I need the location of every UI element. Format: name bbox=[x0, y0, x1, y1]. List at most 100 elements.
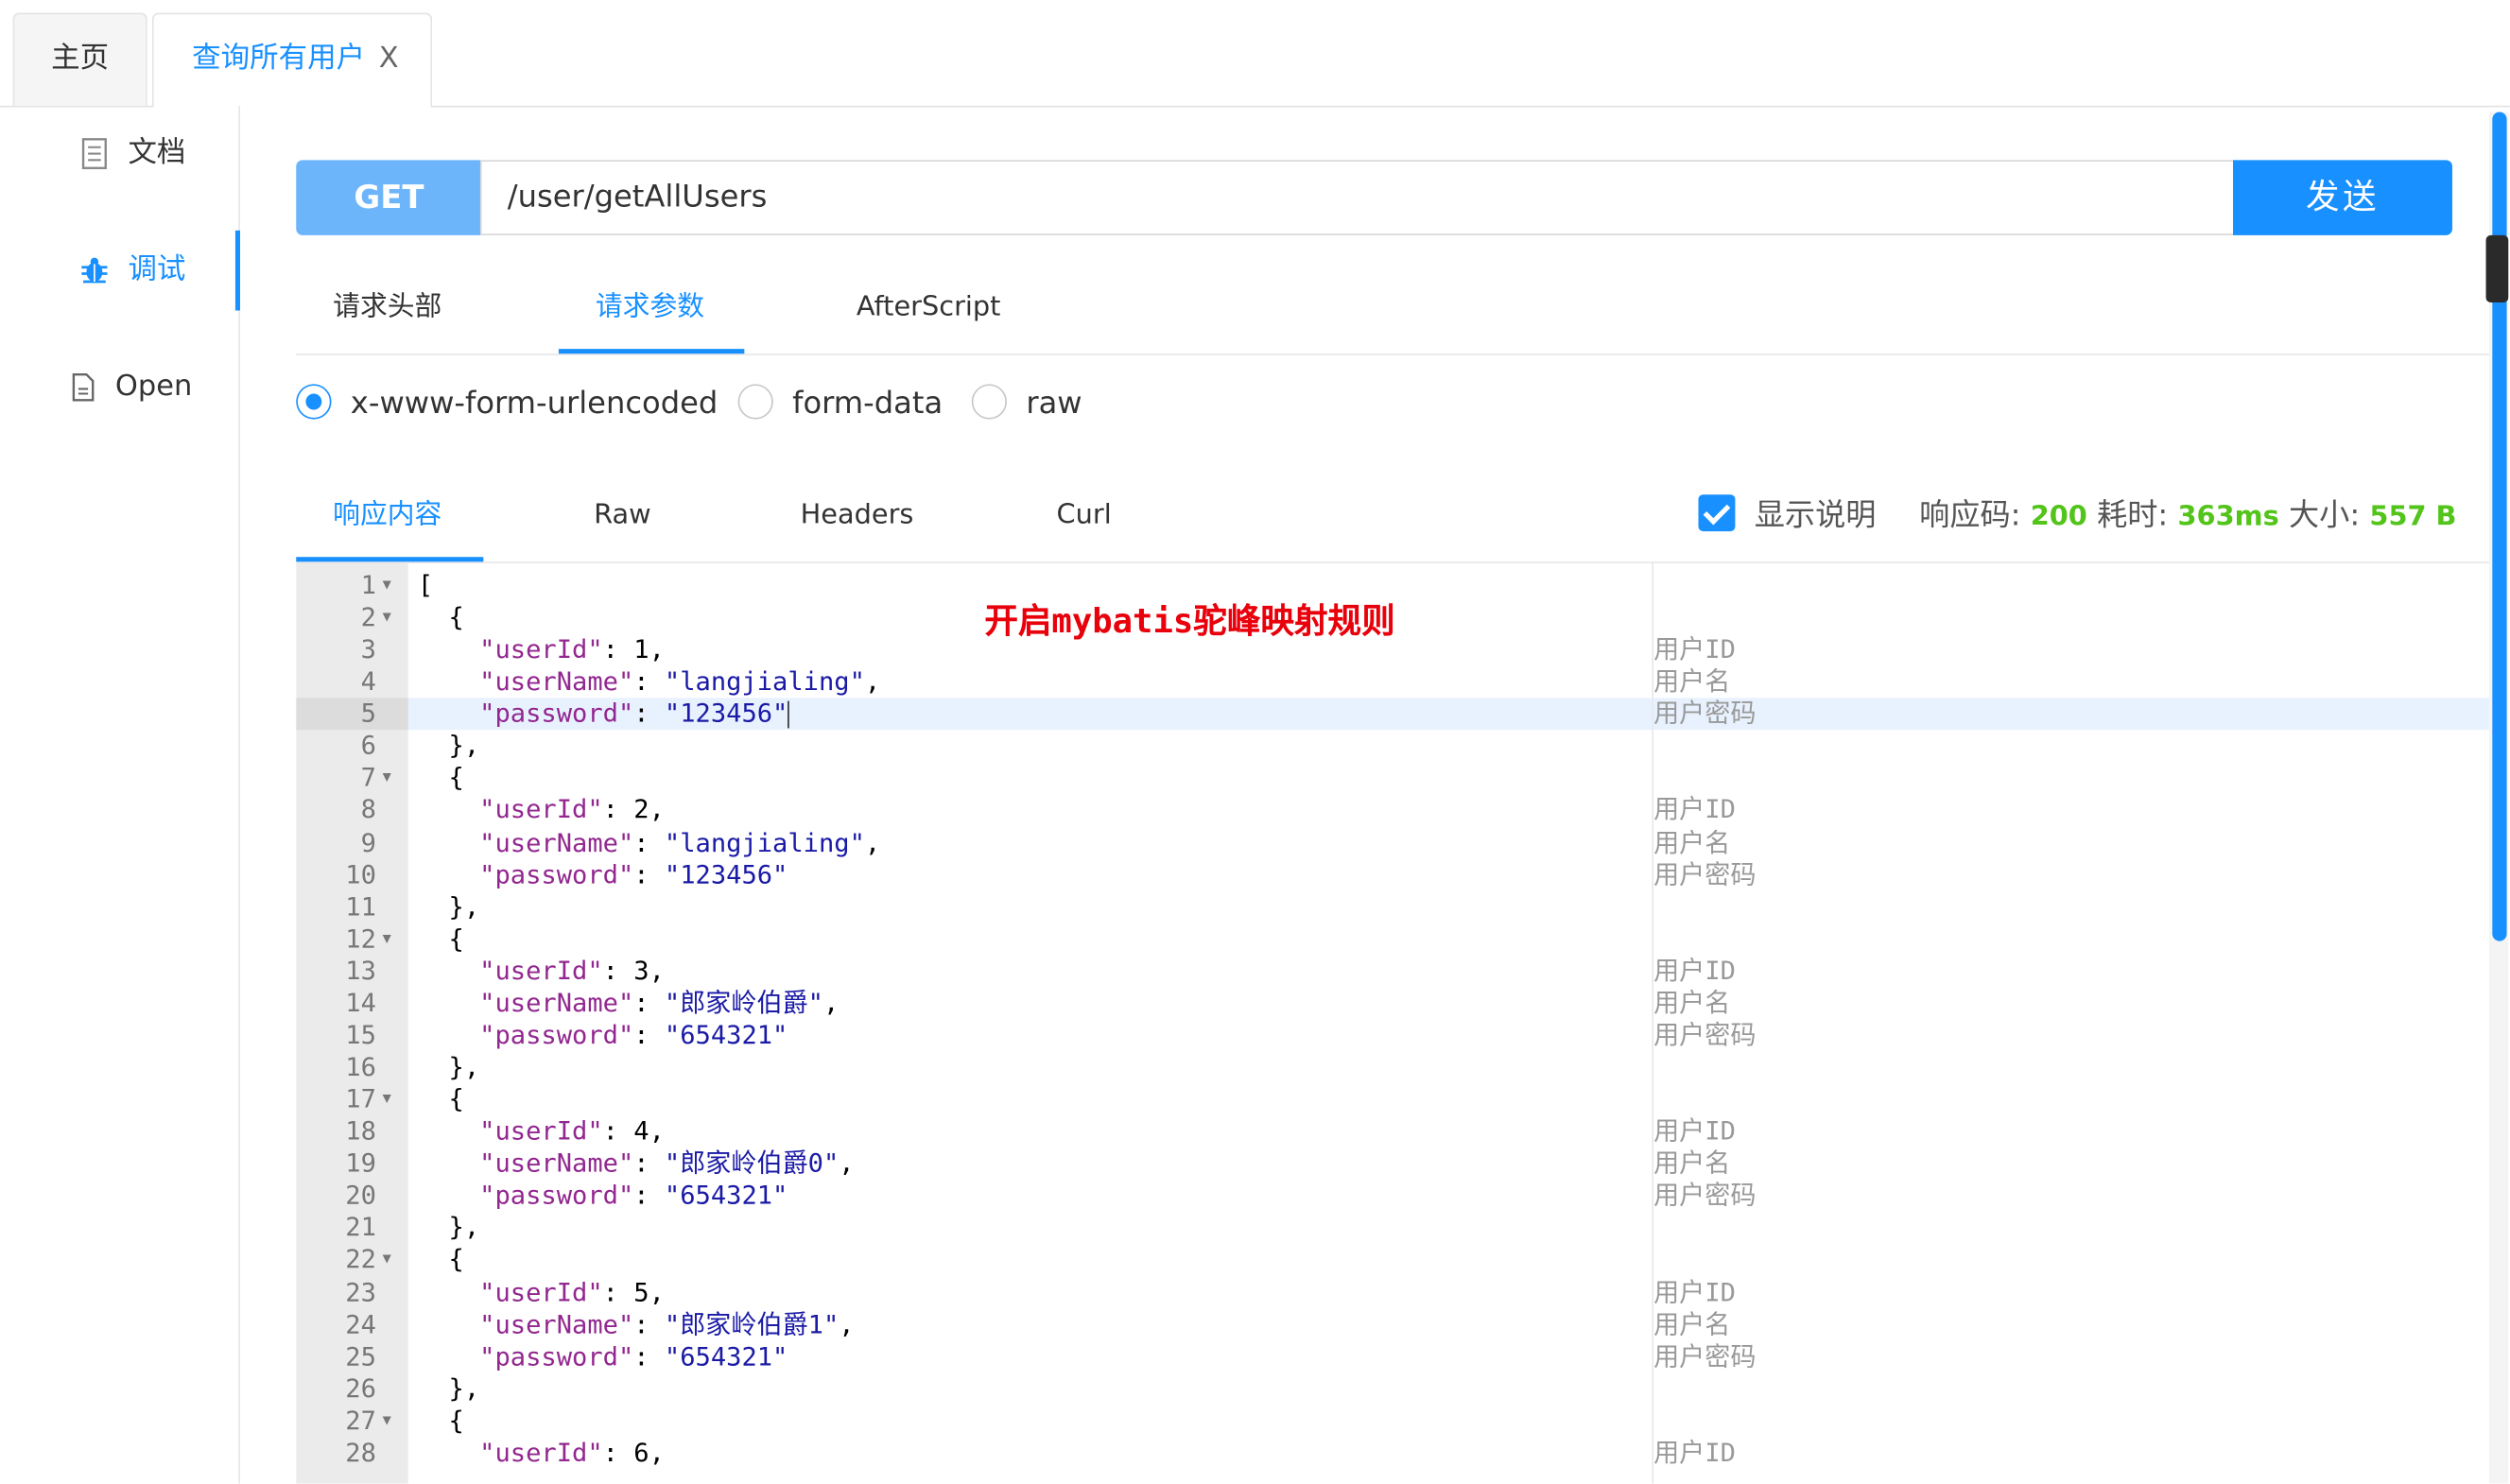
code-text: { bbox=[417, 601, 464, 632]
method-select[interactable]: GET bbox=[296, 160, 482, 235]
code-line: 8 "userId": 2, 用户ID bbox=[296, 795, 2489, 827]
json-key: "password" bbox=[479, 1019, 634, 1050]
json-key: "userName" bbox=[479, 665, 634, 697]
code-text: "userId": 3, bbox=[479, 955, 665, 986]
code-text: }, bbox=[417, 1212, 480, 1243]
field-description: 用户名 bbox=[1653, 1308, 1731, 1339]
code-line: 17 ▼ { bbox=[296, 1083, 2489, 1115]
code-text: "password": "654321" bbox=[479, 1340, 788, 1372]
tab-query-all-users[interactable]: 查询所有用户 X bbox=[151, 12, 433, 108]
text-cursor bbox=[788, 701, 790, 729]
url-input[interactable]: /user/getAllUsers bbox=[479, 160, 2235, 235]
code-text: "userId": 2, bbox=[479, 794, 665, 825]
sidebar: 文档 调试 Open bbox=[0, 105, 240, 1484]
fold-toggle-icon[interactable]: ▼ bbox=[383, 1244, 391, 1276]
tab-response-raw[interactable]: Raw bbox=[594, 472, 651, 558]
json-value: "郎家岭伯爵0" bbox=[664, 1148, 840, 1179]
tab-active-underline bbox=[558, 349, 745, 354]
line-number: 19 bbox=[345, 1148, 376, 1179]
fold-toggle-icon[interactable]: ▼ bbox=[383, 1083, 391, 1115]
size-label: 大小: bbox=[2288, 497, 2361, 533]
field-description: 用户ID bbox=[1653, 1437, 1736, 1468]
sidebar-item-debug[interactable]: 调试 bbox=[0, 238, 238, 302]
field-description: 用户ID bbox=[1653, 1115, 1736, 1147]
sidebar-item-docs[interactable]: 文档 bbox=[0, 122, 238, 186]
code-text: [ bbox=[417, 569, 434, 600]
tab-request-headers[interactable]: 请求头部 bbox=[333, 264, 441, 350]
tab-response-headers[interactable]: Headers bbox=[801, 472, 914, 558]
json-value: "langjialing" bbox=[664, 826, 865, 857]
line-number: 27 bbox=[345, 1405, 376, 1436]
response-stats: 响应码: 200 耗时: 363ms 大小: 557 B bbox=[1919, 490, 2456, 541]
tab-afterscript[interactable]: AfterScript bbox=[857, 264, 1001, 350]
field-description: 用户密码 bbox=[1653, 858, 1757, 889]
code-line: 24 "userName": "郎家岭伯爵1", 用户名 bbox=[296, 1308, 2489, 1340]
file-icon bbox=[72, 373, 95, 402]
code-text: }, bbox=[417, 1051, 480, 1082]
line-number: 26 bbox=[345, 1372, 376, 1404]
send-button[interactable]: 发送 bbox=[2233, 160, 2452, 235]
code-text: "userId": 1, bbox=[479, 633, 665, 664]
show-description-checkbox[interactable] bbox=[1698, 494, 1736, 532]
json-key: "userId" bbox=[479, 1276, 603, 1307]
code-text: "userId": 4, bbox=[479, 1115, 665, 1147]
code-line: 23 "userId": 5, 用户ID bbox=[296, 1276, 2489, 1308]
line-number: 28 bbox=[345, 1437, 376, 1468]
sidebar-item-label: 文档 bbox=[128, 135, 186, 170]
code-line: 22 ▼ { bbox=[296, 1244, 2489, 1276]
line-number: 17 bbox=[345, 1083, 376, 1114]
code-line: 14 "userName": "郎家岭伯爵", 用户名 bbox=[296, 988, 2489, 1020]
code-text: "userName": "郎家岭伯爵", bbox=[479, 987, 840, 1018]
code-line: 12 ▼ { bbox=[296, 923, 2489, 956]
line-number: 13 bbox=[345, 955, 376, 986]
json-key: "password" bbox=[479, 1180, 634, 1211]
scroll-marker bbox=[2485, 234, 2509, 303]
json-value: 3 bbox=[633, 955, 649, 986]
tab-response-curl[interactable]: Curl bbox=[1057, 472, 1112, 558]
line-number: 4 bbox=[360, 665, 376, 697]
code-text: { bbox=[417, 1405, 464, 1436]
line-number: 24 bbox=[345, 1308, 376, 1339]
fold-toggle-icon[interactable]: ▼ bbox=[383, 570, 391, 602]
show-description-label: 显示说明 bbox=[1754, 497, 1877, 533]
response-editor[interactable]: 1 ▼[2 ▼ {3 "userId": 1, 用户ID 4 "userName": "… bbox=[296, 563, 2489, 1484]
annotation-text: 开启mybatis驼峰映射规则 bbox=[984, 601, 1395, 641]
field-description: 用户ID bbox=[1653, 955, 1736, 986]
code-line: 21 }, bbox=[296, 1212, 2489, 1244]
code-text: "userName": "郎家岭伯爵1", bbox=[479, 1308, 855, 1339]
radio-label: x-www-form-urlencoded bbox=[350, 386, 718, 422]
fold-toggle-icon[interactable]: ▼ bbox=[383, 923, 391, 956]
fold-toggle-icon[interactable]: ▼ bbox=[383, 1405, 391, 1437]
code-text: }, bbox=[417, 890, 480, 922]
tab-response-content[interactable]: 响应内容 bbox=[333, 472, 441, 558]
json-value: "654321" bbox=[664, 1180, 788, 1211]
code-text: "userName": "langjialing", bbox=[479, 665, 881, 697]
json-key: "userId" bbox=[479, 794, 603, 825]
radio-indicator bbox=[296, 384, 332, 420]
close-icon[interactable]: X bbox=[379, 14, 399, 104]
bug-icon bbox=[81, 257, 108, 284]
line-number: 18 bbox=[345, 1115, 376, 1147]
json-value: 5 bbox=[633, 1276, 649, 1307]
tab-home[interactable]: 主页 bbox=[12, 12, 147, 106]
code-line: 5 "password": "123456" 用户密码 bbox=[296, 699, 2489, 731]
json-key: "userName" bbox=[479, 1148, 634, 1179]
tab-request-params[interactable]: 请求参数 bbox=[596, 264, 704, 350]
line-number: 11 bbox=[345, 890, 376, 922]
field-description: 用户ID bbox=[1653, 633, 1736, 664]
line-number: 16 bbox=[345, 1051, 376, 1082]
json-value: "654321" bbox=[664, 1019, 788, 1050]
document-icon bbox=[81, 138, 107, 169]
line-number: 15 bbox=[345, 1019, 376, 1050]
line-number: 8 bbox=[360, 794, 376, 825]
line-number: 23 bbox=[345, 1276, 376, 1307]
code-line: 18 "userId": 4, 用户ID bbox=[296, 1115, 2489, 1148]
fold-toggle-icon[interactable]: ▼ bbox=[383, 602, 391, 634]
json-value: "654321" bbox=[664, 1340, 788, 1372]
fold-toggle-icon[interactable]: ▼ bbox=[383, 763, 391, 795]
code-text: "password": "123456" bbox=[479, 698, 790, 729]
json-value: 6 bbox=[633, 1437, 649, 1468]
sidebar-item-open[interactable]: Open bbox=[0, 355, 238, 420]
sidebar-item-label: Open bbox=[114, 370, 193, 404]
code-line: 28 "userId": 6, 用户ID bbox=[296, 1437, 2489, 1469]
